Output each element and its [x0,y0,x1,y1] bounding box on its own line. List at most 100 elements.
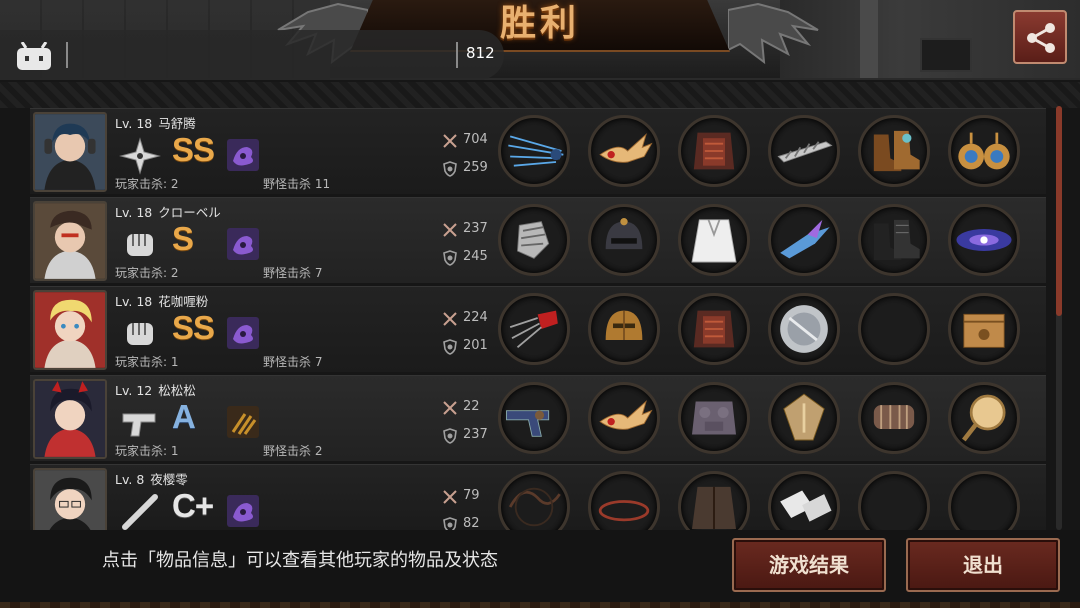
wing-ornament-right-icon [727,0,828,78]
player-kills: 玩家击杀: 1 [115,355,179,369]
portrait-avatar [33,112,107,192]
rank-badge: A [172,398,196,435]
silver-disc-icon[interactable] [768,293,840,365]
defense-value: 259 [463,160,488,175]
player-row[interactable]: Lv. 18 马舒腾 SS 玩家击杀: 2 野怪击杀 11 704 259 [30,108,1046,194]
red-armor-icon[interactable] [678,293,750,365]
galaxy-orb-icon[interactable] [948,204,1020,276]
exit-button[interactable]: 退出 [906,538,1060,592]
golden-wing-crown-icon[interactable] [588,382,660,454]
player-row[interactable]: Lv. 8 夜樱零 C+ 79 82 [30,464,1046,530]
overlay-divider [66,42,68,68]
portrait-avatar [33,201,107,281]
hint-text: 点击「物品信息」可以查看其他玩家的物品及状态 [102,550,498,571]
shield-icon [443,517,457,530]
crossed-swords-icon [443,223,457,237]
shield-icon [443,161,457,177]
player-kills: 玩家击杀: 2 [115,177,179,191]
portrait-avatar [33,379,107,459]
scrollbar-thumb[interactable] [1056,106,1062,316]
bronze-helmet-icon[interactable] [588,293,660,365]
silver-feather-icon[interactable] [768,115,840,187]
bilibili-overlay-bar: 812 [0,30,504,80]
player-kills: 玩家击杀: 1 [115,444,179,458]
revolver-icon[interactable] [498,382,570,454]
defense-value: 237 [463,427,488,442]
empty-slot[interactable] [858,293,930,365]
fist-icon [119,315,161,353]
bottom-border [0,602,1080,608]
player-row[interactable]: Lv. 18 クローベル S 玩家击杀: 2 野怪击杀 7 237 245 [30,197,1046,283]
purple-skill-icon [227,317,259,349]
crossed-swords-icon [443,401,457,415]
share-icon [1027,23,1055,53]
purple-skill-icon [227,139,259,171]
crossed-swords-icon [443,490,457,504]
ring-icon[interactable] [588,471,660,530]
monster-kills: 野怪击杀 7 [263,266,323,280]
portrait-avatar [33,468,107,530]
rank-badge: SS [172,131,215,168]
player-level-name: Lv. 18 马舒腾 [115,116,196,131]
portrait-avatar [33,290,107,370]
share-button[interactable] [1013,10,1067,64]
overlay-divider [456,42,458,68]
empty-slot[interactable] [948,471,1020,530]
defense-value: 201 [463,338,488,353]
shield-icon [443,250,457,266]
player-level-name: Lv. 12 松松松 [115,383,196,398]
monster-kills: 野怪击杀 2 [263,444,323,458]
shuriken-icon [119,137,161,175]
hand-mirror-icon[interactable] [948,382,1020,454]
monster-kills: 野怪击杀 11 [263,177,331,191]
viewer-count: 812 [466,44,495,62]
bullets-skill-icon [227,406,259,438]
steel-gauntlet-icon[interactable] [498,204,570,276]
gold-earrings-icon[interactable] [948,115,1020,187]
panel-lattice-pattern [0,82,1080,108]
pistol-icon [119,404,161,442]
purple-skill-icon [227,495,259,527]
attack-value: 224 [463,310,488,325]
vent-box-decoration [920,38,972,72]
black-boots-icon[interactable] [858,204,930,276]
bat-icon [119,493,161,530]
red-claw-icon[interactable] [498,293,570,365]
white-robe-icon[interactable] [678,204,750,276]
bandage-hands-icon[interactable] [768,471,840,530]
player-level-name: Lv. 18 クローベル [115,205,221,220]
attack-value: 22 [463,399,480,414]
arm-bracer-icon[interactable] [858,382,930,454]
crystal-blade-icon[interactable] [768,204,840,276]
game-result-button[interactable]: 游戏结果 [732,538,886,592]
attack-value: 79 [463,488,480,503]
golden-shield-icon[interactable] [768,382,840,454]
player-row[interactable]: Lv. 12 松松松 A 玩家击杀: 1 野怪击杀 2 22 237 [30,375,1046,461]
rank-badge: C+ [172,487,214,524]
crossed-swords-icon [443,134,457,148]
player-row[interactable]: Lv. 18 花咖喱粉 SS 玩家击杀: 1 野怪击杀 7 224 201 [30,286,1046,372]
player-level-name: Lv. 18 花咖喱粉 [115,294,209,309]
golden-wing-crown-icon[interactable] [588,115,660,187]
stone-armor-icon[interactable] [678,382,750,454]
red-armor-icon[interactable] [678,115,750,187]
fist-icon [119,226,161,264]
shield-icon [443,339,457,355]
dark-helmet-icon[interactable] [588,204,660,276]
bilibili-tv-icon[interactable] [14,42,54,72]
monster-kills: 野怪击杀 7 [263,355,323,369]
crossed-swords-icon [443,312,457,326]
purple-skill-icon [227,228,259,260]
pipe-decoration [860,0,878,86]
attack-value: 704 [463,132,488,147]
leather-jacket-icon[interactable] [678,471,750,530]
blue-claw-weapon-icon[interactable] [498,115,570,187]
player-level-name: Lv. 8 夜樱零 [115,472,188,487]
rank-badge: S [172,220,194,257]
mystery-box-icon[interactable] [948,293,1020,365]
whip-icon[interactable] [498,471,570,530]
defense-value: 245 [463,249,488,264]
player-kills: 玩家击杀: 2 [115,266,179,280]
empty-slot[interactable] [858,471,930,530]
ornate-boots-icon[interactable] [858,115,930,187]
